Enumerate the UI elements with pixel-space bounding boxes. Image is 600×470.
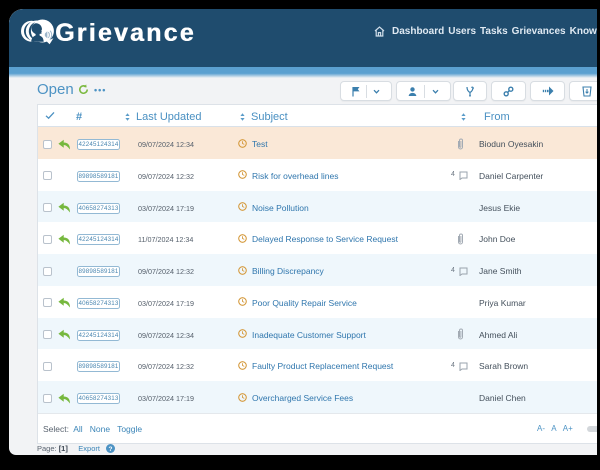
svg-text:?: ? — [109, 446, 113, 453]
